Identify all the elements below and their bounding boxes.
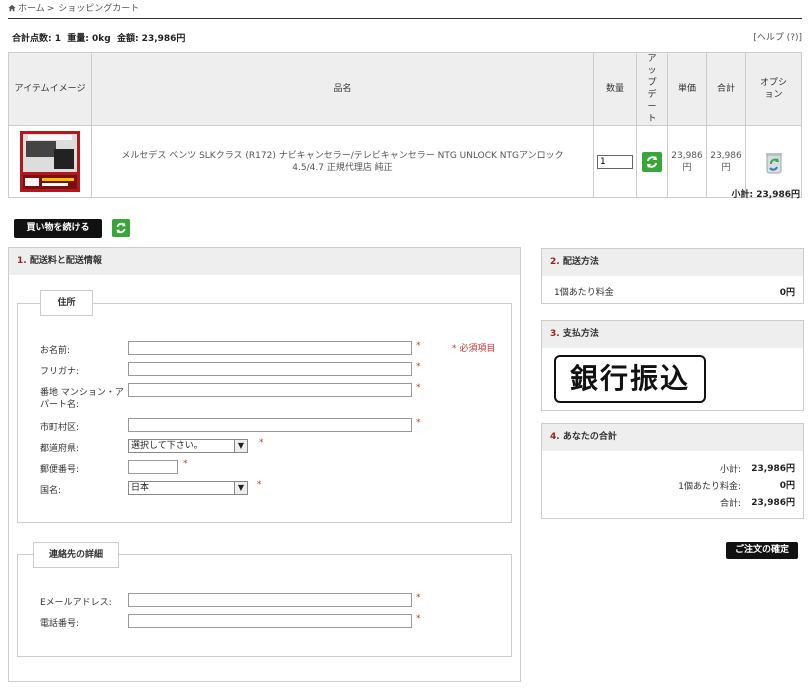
header-total: 合計 xyxy=(706,52,746,126)
required-mark: * xyxy=(416,383,421,393)
cart-header-row: アイテムイメージ 品名 数量 アップデート 単価 合計 オプション xyxy=(8,52,802,126)
country-select[interactable]: 日本 ▼ xyxy=(128,481,248,495)
delivery-rate-label: 1個あたり料金 xyxy=(554,288,614,298)
quantity-input[interactable] xyxy=(597,154,633,169)
header-name: 品名 xyxy=(91,52,594,126)
header-update: アップデート xyxy=(636,52,668,126)
shipping-fee-label: 1個あたり料金: xyxy=(678,482,741,492)
address-fieldset xyxy=(17,303,512,523)
bank-transfer-option[interactable]: 銀行振込 xyxy=(554,355,706,403)
header-option: オプション xyxy=(745,52,802,126)
email-input[interactable] xyxy=(128,593,412,607)
required-note: * 必須項目 xyxy=(452,344,496,354)
required-mark: * xyxy=(416,418,421,428)
breadcrumb-current: ショッピングカート xyxy=(58,4,140,14)
grand-total-label: 合計: xyxy=(719,499,741,509)
trash-icon[interactable] xyxy=(763,149,785,175)
total-panel-heading: 4. あなたの合計 xyxy=(542,424,803,451)
name-label: お名前: xyxy=(40,346,71,356)
furigana-label: フリガナ: xyxy=(40,367,80,377)
chevron-down-icon: ▼ xyxy=(234,440,247,452)
city-input[interactable] xyxy=(128,418,412,432)
address-legend: 住所 xyxy=(40,290,93,316)
header-unit-price: 単価 xyxy=(667,52,707,126)
help-link[interactable]: [ヘルプ (?)] xyxy=(753,30,802,43)
address-line-input[interactable] xyxy=(128,383,412,397)
shipping-panel-heading: 1. 配送料と配送情報 xyxy=(9,248,520,275)
delivery-panel-heading: 2. 配送方法 xyxy=(542,249,803,276)
required-mark: * xyxy=(259,438,264,448)
payment-panel-heading: 3. 支払方法 xyxy=(542,321,803,348)
shipping-panel: 1. 配送料と配送情報 住所 お名前: * * 必須項目 フリガナ: * 番地 … xyxy=(8,247,521,682)
unit-price-cell: 23,986円 xyxy=(667,125,707,198)
required-mark: * xyxy=(416,614,421,624)
continue-shopping-button[interactable]: 買い物を続ける xyxy=(14,219,102,238)
delivery-rate-value: 0円 xyxy=(779,288,795,298)
qty-cell xyxy=(593,125,637,198)
required-mark: * xyxy=(257,480,262,490)
product-image-cell xyxy=(8,125,92,198)
order-total-panel: 4. あなたの合計 小計: 23,986円 1個あたり料金: 0円 合計: 23… xyxy=(541,423,804,519)
required-mark: * xyxy=(416,362,421,372)
refresh-icon[interactable] xyxy=(642,151,662,172)
prefecture-select[interactable]: 選択して下さい。 ▼ xyxy=(128,439,248,453)
product-thumbnail[interactable] xyxy=(20,131,80,192)
required-mark: * xyxy=(183,459,188,469)
phone-label: 電話番号: xyxy=(40,619,80,629)
header-image: アイテムイメージ xyxy=(8,52,92,126)
cart-summary: 合計点数: 1 重量: 0kg 金額: 23,986円 xyxy=(12,34,186,44)
breadcrumb: ホーム > ショッピングカート xyxy=(8,2,139,16)
contact-legend: 連絡先の詳細 xyxy=(33,542,119,568)
subtotal-label: 小計: xyxy=(719,465,741,475)
postal-input[interactable] xyxy=(128,460,178,474)
prefecture-label: 都道府県: xyxy=(40,444,80,454)
email-label: Eメールアドレス: xyxy=(40,598,112,608)
cart-subtotal: 小計: 23,986円 xyxy=(731,190,800,200)
delivery-method-panel: 2. 配送方法 1個あたり料金 0円 xyxy=(541,248,804,304)
name-input[interactable] xyxy=(128,341,412,355)
header-qty: 数量 xyxy=(593,52,637,126)
place-order-button[interactable]: ご注文の確定 xyxy=(726,542,798,559)
country-label: 国名: xyxy=(40,486,62,496)
refresh-icon[interactable] xyxy=(112,219,130,237)
address-line-label: 番地 マンション・アパート名: xyxy=(40,388,124,410)
breadcrumb-home-link[interactable]: ホーム xyxy=(18,4,45,14)
postal-label: 郵便番号: xyxy=(40,465,80,475)
city-label: 市町村区: xyxy=(40,423,80,433)
payment-method-panel: 3. 支払方法 銀行振込 xyxy=(541,320,804,411)
table-row: メルセデス ベンツ SLKクラス (R172) ナビキャンセラー/テレビキャンセ… xyxy=(8,125,802,198)
product-name[interactable]: メルセデス ベンツ SLKクラス (R172) ナビキャンセラー/テレビキャンセ… xyxy=(91,125,594,198)
home-icon xyxy=(8,4,16,12)
required-mark: * xyxy=(416,341,421,351)
furigana-input[interactable] xyxy=(128,362,412,376)
update-cell xyxy=(636,125,668,198)
divider xyxy=(8,18,802,19)
required-mark: * xyxy=(416,593,421,603)
breadcrumb-separator: > xyxy=(46,4,55,14)
phone-input[interactable] xyxy=(128,614,412,628)
cart-table: アイテムイメージ 品名 数量 アップデート 単価 合計 オプション メルセデス … xyxy=(8,52,802,198)
grand-total-value: 23,986円 xyxy=(751,498,795,508)
shipping-fee-value: 0円 xyxy=(779,481,795,491)
subtotal-value: 23,986円 xyxy=(751,464,795,474)
chevron-down-icon: ▼ xyxy=(234,482,247,494)
